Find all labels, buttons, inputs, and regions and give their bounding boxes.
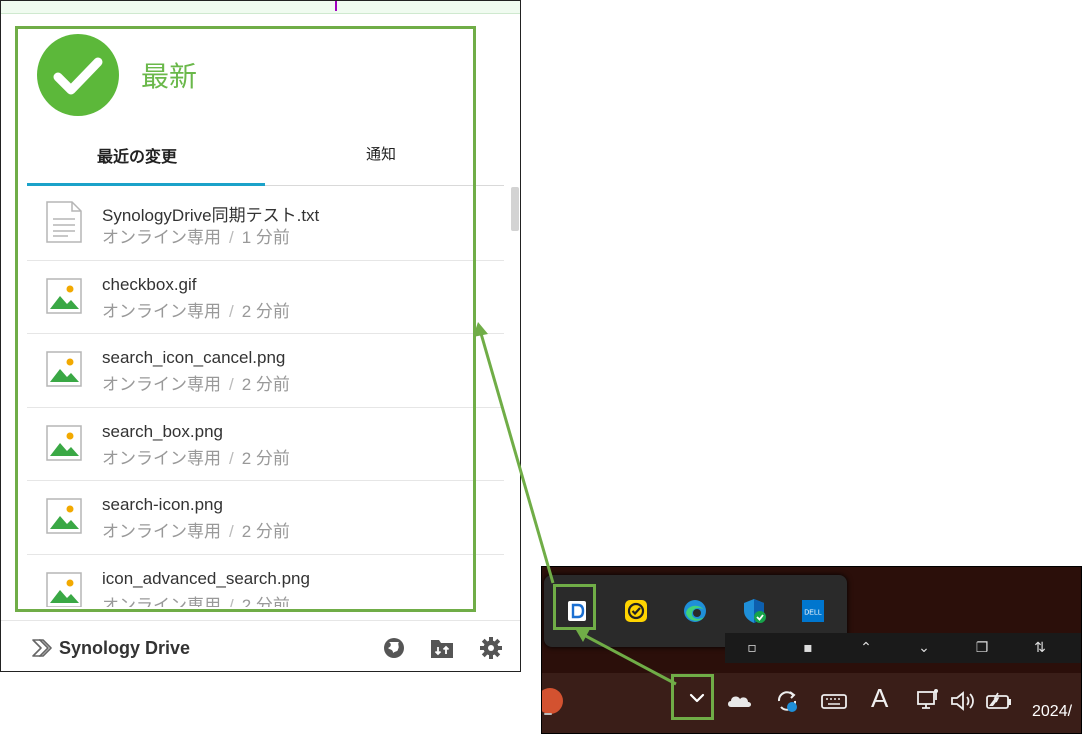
dell-icon[interactable]: DELL: [797, 595, 829, 627]
window-icon: ▪: [803, 640, 813, 656]
window-top-strip: [1, 1, 520, 14]
gear-icon[interactable]: [478, 635, 504, 661]
restore-icon: ❐: [975, 640, 989, 656]
minimize-icon: ▫: [747, 640, 757, 656]
highlight-box-panel: [15, 26, 476, 612]
panel-footer: Synology Drive: [1, 620, 520, 671]
sync-icon[interactable]: [772, 687, 802, 715]
taskbar-row: A 2024/: [542, 673, 1081, 733]
file-list-scrollbar[interactable]: [511, 187, 519, 231]
sort-icon: ⇅: [1034, 640, 1046, 656]
chevron-up-icon: ⌃: [860, 640, 872, 656]
dell-icon-label: DELL: [804, 610, 822, 617]
network-icon[interactable]: [914, 687, 944, 715]
footer-app-title: Synology Drive: [59, 638, 191, 658]
windows-taskbar-area: DELL ▫ ▪ ⌃ ⌄ ❐ ⇅ A 2024/: [541, 566, 1082, 734]
norton-icon[interactable]: [620, 595, 652, 627]
synology-drive-logo-icon: [32, 639, 52, 657]
powerpoint-icon[interactable]: [542, 687, 568, 715]
volume-icon[interactable]: [948, 687, 978, 715]
ime-mode-icon[interactable]: A: [871, 683, 901, 713]
taskbar-date[interactable]: 2024/: [1032, 703, 1072, 721]
highlight-box-chevron: [671, 674, 714, 720]
defender-icon[interactable]: [738, 595, 770, 627]
background-toolbar: ▫ ▪ ⌃ ⌄ ❐ ⇅: [725, 633, 1081, 663]
chevron-down-icon: ⌄: [918, 640, 930, 656]
sync-folder-icon[interactable]: [429, 635, 455, 661]
edge-icon[interactable]: [679, 595, 711, 627]
battery-icon[interactable]: [984, 687, 1014, 715]
text-cursor-mark: [335, 1, 337, 11]
globe-icon[interactable]: [381, 635, 407, 661]
keyboard-icon[interactable]: [819, 687, 849, 715]
onedrive-icon[interactable]: [725, 687, 755, 715]
highlight-box-tray-icon: [553, 584, 596, 630]
